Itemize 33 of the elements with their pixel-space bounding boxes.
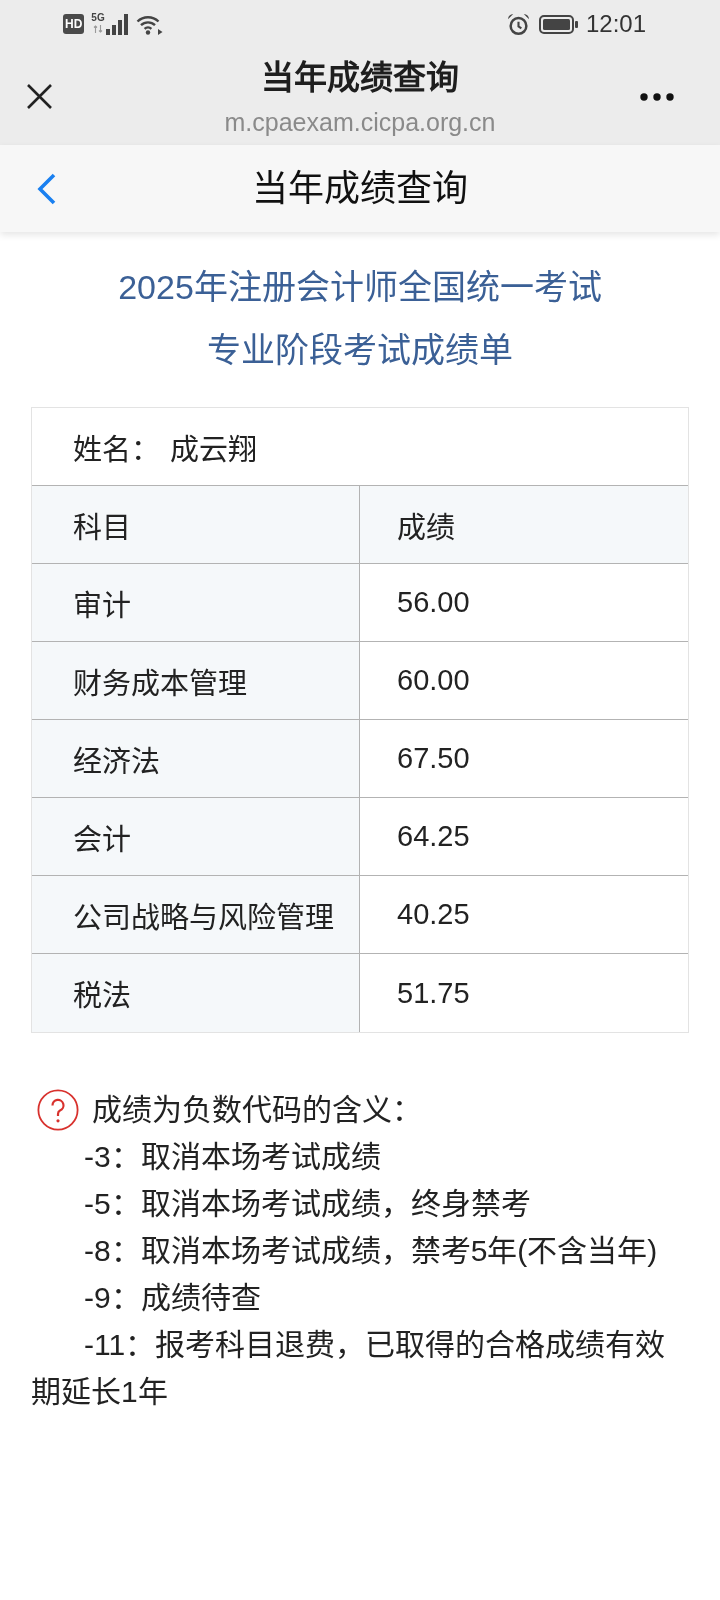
- note-heading: 成绩为负数代码的含义：: [92, 1092, 422, 1128]
- status-time: 12:01: [585, 10, 646, 38]
- subject-cell: 经济法: [32, 720, 360, 798]
- column-header: 科目: [32, 486, 360, 564]
- network-type-label: 5G: [91, 11, 105, 23]
- close-icon[interactable]: [26, 83, 53, 110]
- hd-badge: HD: [63, 14, 85, 34]
- note-item: -9：成绩待查: [83, 1280, 262, 1316]
- alarm-clock-icon: [506, 12, 530, 36]
- more-options-icon[interactable]: [640, 92, 674, 101]
- note-item: -5：取消本场考试成绩，终身禁考: [83, 1186, 532, 1222]
- name-label: 姓名：: [73, 433, 160, 466]
- note-item: -8：取消本场考试成绩，禁考5年(不含当年): [83, 1233, 659, 1269]
- nav-title: 当年成绩查询: [252, 166, 468, 211]
- column-header: 成绩: [360, 486, 688, 564]
- subject-cell: 公司战略与风险管理: [32, 876, 360, 954]
- subject-cell: 会计: [32, 798, 360, 876]
- signal-bars-icon: [105, 13, 128, 35]
- data-arrows-icon: [93, 24, 103, 33]
- back-icon[interactable]: [37, 172, 57, 205]
- subject-cell: 财务成本管理: [32, 642, 360, 720]
- report-title-line: 2025年注册会计师全国统一考试: [118, 267, 602, 308]
- note-item: -3：取消本场考试成绩: [83, 1139, 382, 1175]
- report-title-line: 专业阶段考试成绩单: [207, 330, 513, 371]
- wifi-icon: [135, 13, 163, 35]
- subject-cell: 审计: [32, 564, 360, 642]
- page-title: 当年成绩查询: [261, 58, 459, 98]
- subject-cell: 税法: [32, 954, 360, 1032]
- page-url: m.cpaexam.cicpa.org.cn: [224, 107, 496, 137]
- note-item: -11：报考科目退费，已取得的合格成绩有效期延长1年: [31, 1327, 667, 1410]
- battery-icon: [538, 14, 578, 34]
- name-value: 成云翔: [170, 433, 257, 466]
- question-circle-icon: [37, 1088, 79, 1131]
